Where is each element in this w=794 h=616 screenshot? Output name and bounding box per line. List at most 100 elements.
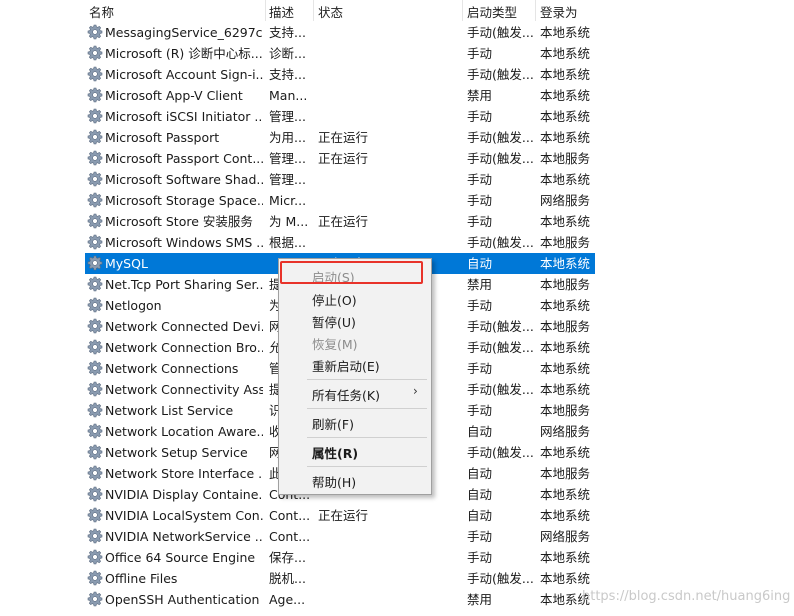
service-status: 正在运行 xyxy=(318,214,369,229)
menu-item-all-tasks[interactable]: 所有任务(K) › xyxy=(279,383,431,403)
column-name-header[interactable]: 名称 xyxy=(89,2,114,21)
service-startup-type: 手动(触发... xyxy=(467,340,534,355)
service-description: 根据... xyxy=(269,235,306,250)
service-name: Microsoft App-V Client xyxy=(105,88,243,103)
menu-separator xyxy=(307,466,427,467)
table-row[interactable]: Microsoft (R) 诊断中心标... 诊断... 手动 本地系统 xyxy=(85,43,595,64)
service-startup-type: 手动 xyxy=(467,193,493,208)
gear-icon xyxy=(87,486,103,502)
menu-item-resume[interactable]: 恢复(M) xyxy=(279,332,431,352)
context-menu: 启动(S) 停止(O) 暂停(U) 恢复(M) 重新启动(E) 所有任务(K) … xyxy=(278,258,432,495)
table-row[interactable]: Microsoft Software Shad... 管理... 手动 本地系统 xyxy=(85,169,595,190)
service-name: Office 64 Source Engine xyxy=(105,550,256,565)
service-startup-type: 手动 xyxy=(467,214,493,229)
service-startup-type: 手动 xyxy=(467,298,493,313)
service-name: MessagingService_6297c xyxy=(105,25,263,40)
gear-icon xyxy=(87,528,103,544)
table-row[interactable]: Microsoft Passport 为用... 正在运行 手动(触发... 本地系统 xyxy=(85,127,595,148)
menu-item-refresh[interactable]: 刷新(F) xyxy=(279,412,431,432)
menu-item-stop[interactable]: 停止(O) xyxy=(279,288,431,308)
column-desc-header[interactable]: 描述 xyxy=(269,2,294,21)
service-name: Microsoft Account Sign-i... xyxy=(105,67,263,82)
service-description: 保存... xyxy=(269,550,306,565)
menu-item-properties[interactable]: 属性(R) xyxy=(279,441,431,461)
table-row[interactable]: Microsoft Account Sign-i... 支持... 手动(触发...… xyxy=(85,64,595,85)
table-row[interactable]: Microsoft iSCSI Initiator ... 管理... 手动 本地系统 xyxy=(85,106,595,127)
chevron-right-icon: › xyxy=(413,384,418,398)
gear-icon xyxy=(87,339,103,355)
column-divider[interactable] xyxy=(265,0,266,21)
service-startup-type: 手动 xyxy=(467,403,493,418)
service-logon-as: 本地系统 xyxy=(540,361,591,376)
service-logon-as: 本地系统 xyxy=(540,88,591,103)
gear-icon xyxy=(87,87,103,103)
table-row[interactable]: Offline Files 脱机... 手动(触发... 本地系统 xyxy=(85,568,595,589)
service-logon-as: 本地系统 xyxy=(540,382,591,397)
gear-icon xyxy=(87,381,103,397)
service-description: 为用... xyxy=(269,130,306,145)
column-status-header[interactable]: 状态 xyxy=(318,2,343,21)
gear-icon xyxy=(87,591,103,607)
service-name: Microsoft Windows SMS ... xyxy=(105,235,263,250)
table-row[interactable]: MessagingService_6297c 支持... 手动(触发... 本地系统 xyxy=(85,22,595,43)
service-name: Microsoft (R) 诊断中心标... xyxy=(105,46,263,61)
service-logon-as: 本地服务 xyxy=(540,277,591,292)
service-logon-as: 本地服务 xyxy=(540,403,591,418)
gear-icon xyxy=(87,318,103,334)
menu-item-pause[interactable]: 暂停(U) xyxy=(279,310,431,330)
menu-item-restart[interactable]: 重新启动(E) xyxy=(279,354,431,374)
service-name: Network Store Interface ... xyxy=(105,466,263,481)
service-startup-type: 禁用 xyxy=(467,277,493,292)
service-name: Microsoft Store 安装服务 xyxy=(105,214,253,229)
service-logon-as: 本地系统 xyxy=(540,67,591,82)
gear-icon xyxy=(87,213,103,229)
gear-icon xyxy=(87,66,103,82)
sort-arrow-icon: ^ xyxy=(257,0,264,5)
gear-icon xyxy=(87,234,103,250)
column-divider[interactable] xyxy=(535,0,536,21)
table-row[interactable]: Microsoft Passport Cont... 管理... 正在运行 手动(触发… xyxy=(85,148,595,169)
menu-item-help[interactable]: 帮助(H) xyxy=(279,470,431,490)
table-row[interactable]: Microsoft Storage Space... Micr... 手动 网络服务 xyxy=(85,190,595,211)
service-name: NVIDIA LocalSystem Con... xyxy=(105,508,263,523)
table-row[interactable]: Microsoft Windows SMS ... 根据... 手动(触发... 本地… xyxy=(85,232,595,253)
gear-icon xyxy=(87,276,103,292)
service-description: 为 M... xyxy=(269,214,309,229)
column-divider[interactable] xyxy=(462,0,463,21)
watermark: https://blog.csdn.net/huang6ing xyxy=(582,589,791,604)
service-logon-as: 本地系统 xyxy=(540,298,591,313)
service-logon-as: 网络服务 xyxy=(540,193,591,208)
table-row[interactable]: Microsoft Store 安装服务 为 M... 正在运行 手动 本地系统 xyxy=(85,211,595,232)
service-name: Network List Service xyxy=(105,403,234,418)
service-startup-type: 禁用 xyxy=(467,88,493,103)
menu-separator xyxy=(307,379,427,380)
table-row[interactable]: Office 64 Source Engine 保存... 手动 本地系统 xyxy=(85,547,595,568)
service-description: Cont... xyxy=(269,529,309,544)
service-logon-as: 本地服务 xyxy=(540,466,591,481)
service-logon-as: 网络服务 xyxy=(540,529,591,544)
table-row[interactable]: Microsoft App-V Client Man... 禁用 本地系统 xyxy=(85,85,595,106)
gear-icon xyxy=(87,171,103,187)
service-logon-as: 本地系统 xyxy=(540,214,591,229)
column-startup-header[interactable]: 启动类型 xyxy=(467,2,517,21)
service-startup-type: 手动 xyxy=(467,46,493,61)
service-logon-as: 本地系统 xyxy=(540,508,591,523)
service-startup-type: 自动 xyxy=(467,424,493,439)
service-startup-type: 手动(触发... xyxy=(467,151,534,166)
table-row[interactable]: NVIDIA LocalSystem Con... Cont... 正在运行 自动 本地… xyxy=(85,505,595,526)
gear-icon xyxy=(87,360,103,376)
service-name: Microsoft Storage Space... xyxy=(105,193,263,208)
gear-icon xyxy=(87,108,103,124)
gear-icon xyxy=(87,297,103,313)
service-logon-as: 本地系统 xyxy=(540,172,591,187)
service-status: 正在运行 xyxy=(318,151,369,166)
table-row[interactable]: NVIDIA NetworkService ... Cont... 手动 网络服务 xyxy=(85,526,595,547)
gear-icon xyxy=(87,465,103,481)
service-startup-type: 禁用 xyxy=(467,592,493,607)
service-logon-as: 本地系统 xyxy=(540,109,591,124)
service-logon-as: 本地系统 xyxy=(540,25,591,40)
column-divider[interactable] xyxy=(313,0,314,21)
service-description: 支持... xyxy=(269,25,306,40)
table-row[interactable]: OpenSSH Authentication ... Age... 禁用 本地系统 xyxy=(85,589,595,610)
column-logon-header[interactable]: 登录为 xyxy=(540,2,578,21)
